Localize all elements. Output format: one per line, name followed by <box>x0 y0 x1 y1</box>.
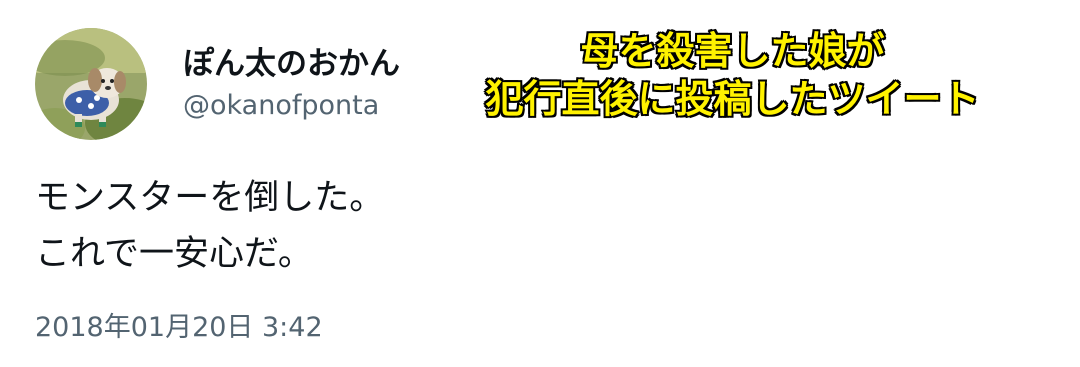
dog-photo-avatar-icon <box>35 28 147 140</box>
avatar[interactable] <box>35 28 147 140</box>
author-display-name[interactable]: ぽん太のおかん <box>183 44 400 84</box>
author-handle[interactable]: @okanofponta <box>183 88 379 124</box>
caption-line-2: 犯行直後に投稿したツイート <box>484 76 981 123</box>
caption-overlay: 母を殺害した娘が 犯行直後に投稿したツイート <box>455 27 1010 123</box>
tweet-timestamp[interactable]: 2018年01月20日 3:42 <box>35 310 323 346</box>
tweet-text-line-1: モンスターを倒した。 <box>35 178 385 218</box>
tweet-text: モンスターを倒した。 これで一安心だ。 <box>35 170 384 282</box>
tweet-text-line-2: これで一安心だ。 <box>35 234 313 274</box>
caption-line-1: 母を殺害した娘が <box>579 28 886 75</box>
